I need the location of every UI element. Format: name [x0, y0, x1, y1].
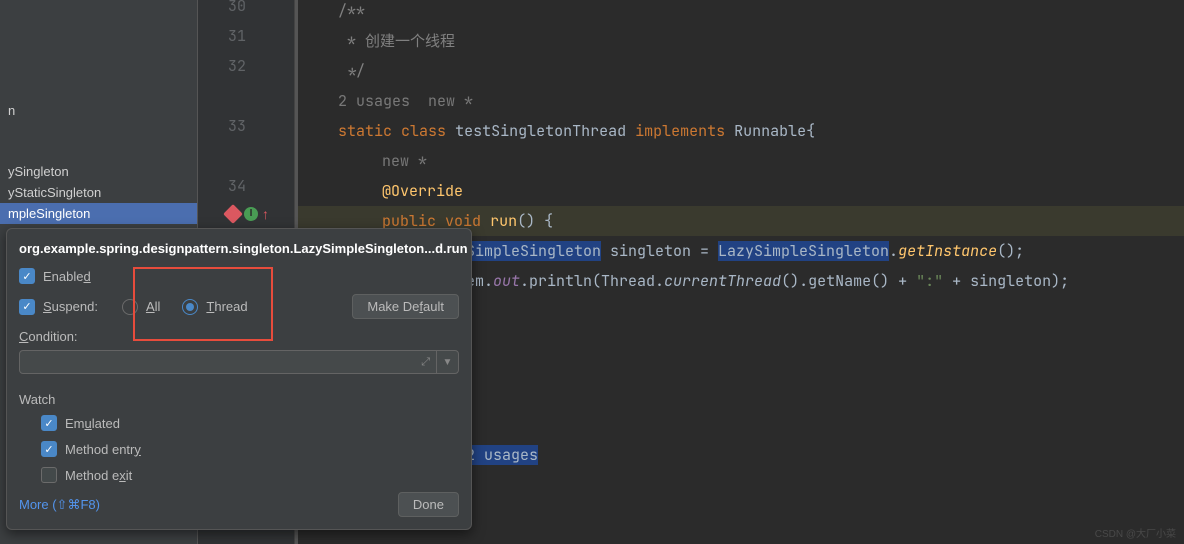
type-name: Runnable	[734, 121, 806, 141]
method-exit-label: Method exit	[65, 468, 132, 483]
thread-label: Thread	[206, 299, 247, 314]
method-call: getInstance	[898, 241, 997, 261]
code-text: singleton =	[601, 241, 718, 261]
watch-label: Watch	[19, 392, 459, 407]
keyword: static	[338, 121, 392, 141]
method-name: run	[490, 211, 517, 231]
emulated-label: Emulated	[65, 416, 120, 431]
parens: () {	[517, 211, 553, 231]
sidebar-item-selected[interactable]: mpleSingleton	[0, 203, 197, 224]
brace: {	[806, 121, 815, 141]
keyword: implements	[635, 121, 725, 141]
code-text: ();	[997, 241, 1024, 261]
new-hint: new *	[428, 91, 473, 111]
dot: .	[889, 241, 898, 261]
annotation: @Override	[382, 181, 463, 201]
enabled-checkbox[interactable]: ✓	[19, 268, 35, 284]
new-hint: new *	[382, 151, 427, 171]
string-literal: ":"	[916, 271, 943, 291]
usages-hint[interactable]: 2 usages	[338, 91, 410, 111]
sidebar-item[interactable]: n	[0, 100, 197, 121]
suspend-thread-radio[interactable]	[182, 299, 198, 315]
suspend-all-radio[interactable]	[122, 299, 138, 315]
type-name: SimpleSingleton	[466, 241, 601, 261]
done-button[interactable]: Done	[398, 492, 459, 517]
implementation-icon[interactable]: I	[244, 207, 258, 221]
code-comment: * 创建一个线程	[338, 31, 455, 51]
popup-title: org.example.spring.designpattern.singlet…	[19, 241, 459, 256]
method-entry-checkbox[interactable]: ✓	[41, 441, 57, 457]
breakpoint-icon[interactable]	[223, 204, 243, 224]
override-up-icon[interactable]: ↑	[262, 206, 269, 222]
method-call: currentThread	[664, 271, 781, 291]
code-text: .println(Thread.	[520, 271, 664, 291]
field: out	[493, 271, 520, 291]
code-text: ().getName() +	[781, 271, 916, 291]
line-number: 30	[228, 0, 246, 16]
emulated-checkbox[interactable]: ✓	[41, 415, 57, 431]
sidebar-item[interactable]: yStaticSingleton	[0, 182, 197, 203]
sidebar-item[interactable]: ySingleton	[0, 161, 197, 182]
breakpoint-popup: org.example.spring.designpattern.singlet…	[6, 228, 472, 530]
line-number: 33	[228, 116, 246, 136]
enabled-label: Enabled	[43, 269, 91, 284]
method-exit-checkbox[interactable]	[41, 467, 57, 483]
class-name: testSingletonThread	[455, 121, 626, 141]
more-link[interactable]: More (⇧⌘F8)	[19, 497, 100, 513]
type-name: LazySimpleSingleton	[718, 241, 889, 261]
code-comment: */	[338, 61, 365, 81]
suspend-label: Suspend:	[43, 299, 98, 314]
suspend-checkbox[interactable]: ✓	[19, 299, 35, 315]
method-entry-label: Method entry	[65, 442, 141, 457]
usages-hint[interactable]: 2 usages	[466, 445, 538, 465]
expand-icon[interactable]: ⤢	[421, 356, 430, 369]
code-text: + singleton);	[943, 271, 1069, 291]
watermark: CSDN @大厂小菜	[1095, 525, 1176, 540]
code-comment: /**	[338, 1, 365, 21]
condition-dropdown[interactable]: ▼	[436, 351, 458, 373]
line-number: 31	[228, 26, 246, 46]
keyword: class	[401, 121, 446, 141]
condition-input[interactable]: ⤢ ▼	[19, 350, 459, 374]
condition-label: Condition:	[19, 329, 78, 344]
make-default-button[interactable]: Make Default	[352, 294, 459, 319]
line-number: 34	[228, 176, 246, 196]
line-number: 32	[228, 56, 246, 76]
all-label: All	[146, 299, 160, 314]
